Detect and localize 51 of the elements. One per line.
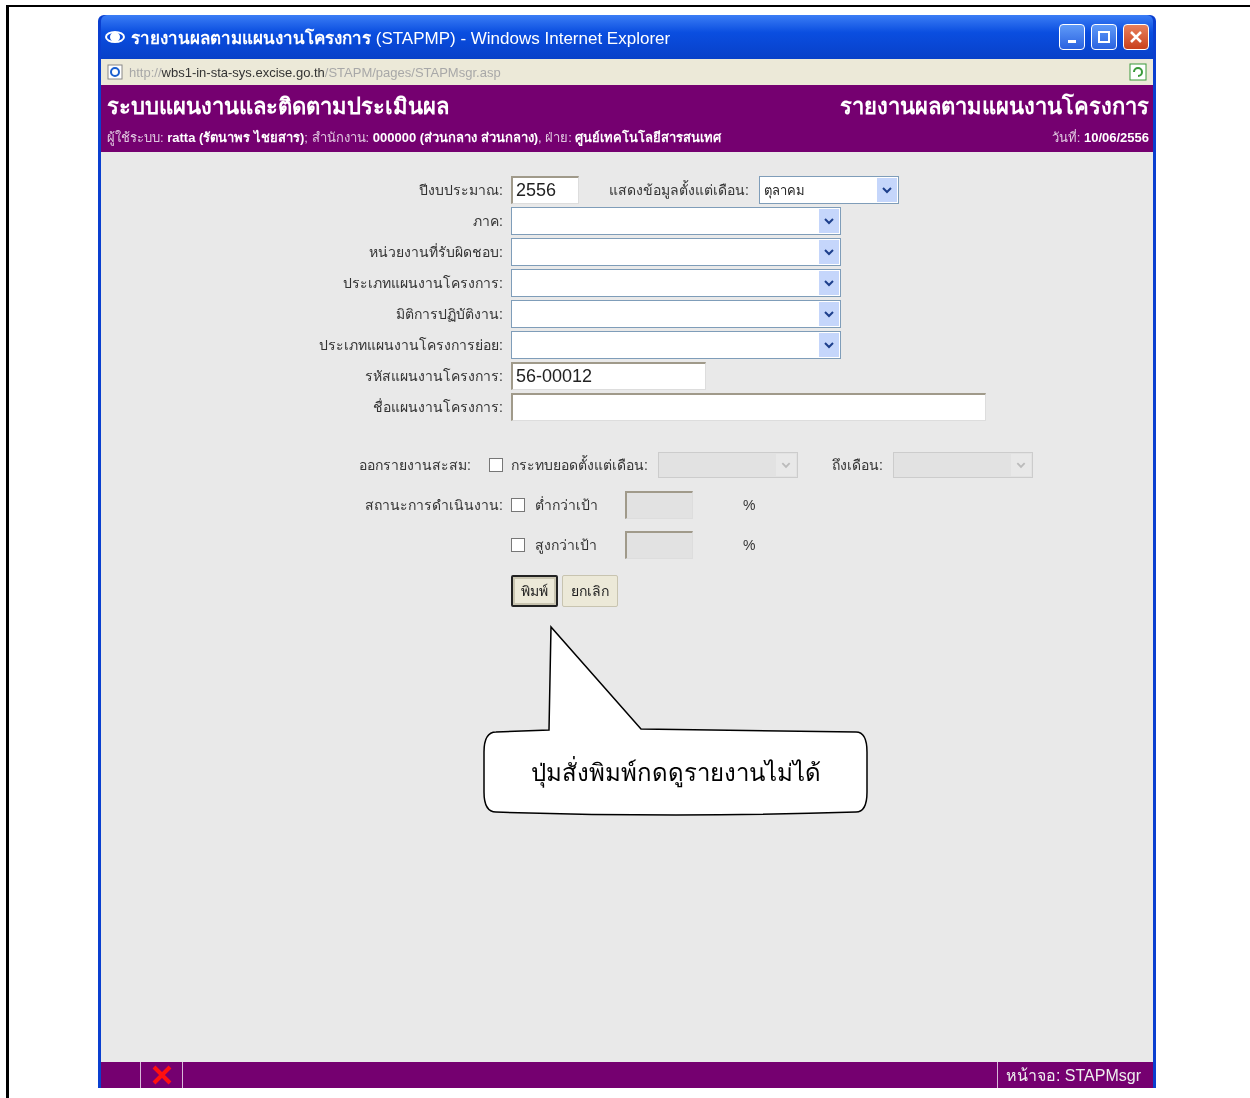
checkbox-label: ต่ำกว่าเป้า <box>535 495 599 515</box>
field-label: ภาค: <box>472 212 503 231</box>
maximize-button[interactable] <box>1091 24 1117 50</box>
checkbox-label: สูงกว่าเป้า <box>535 536 598 556</box>
url-text: http://wbs1-in-sta-sys.excise.go.th/STAPM/pages/STAPMsgr.asp <box>129 64 502 80</box>
report-title: รายงานผลตามแผนงานโครงการ <box>840 92 1149 121</box>
report-date: วันที่: 10/06/2556 <box>1051 128 1149 147</box>
field-label: ประเภทแผนงานโครงการย่อย: <box>318 336 503 355</box>
checkbox[interactable] <box>511 498 525 512</box>
refresh-icon[interactable] <box>1129 63 1147 81</box>
close-button[interactable] <box>1123 24 1149 50</box>
field-label: ถึงเดือน: <box>831 456 883 475</box>
field-label: แสดงข้อมูลตั้งแต่เดือน: <box>609 179 749 201</box>
page-icon <box>107 64 123 80</box>
status-text: หน้าจอ: STAPMsgr <box>996 1062 1153 1088</box>
unit-label: % <box>743 497 756 513</box>
form-button[interactable]: พิมพ์ <box>511 575 558 607</box>
callout-text: ปุ่มสั่งพิมพ์กดดูรายงานไม่ได้ <box>529 755 822 790</box>
input-field[interactable] <box>511 393 986 421</box>
system-title: ระบบแผนงานและติดตามประเมินผล <box>107 93 449 121</box>
minimize-icon <box>1068 39 1076 43</box>
unit-label: % <box>743 537 756 553</box>
field-label: หน่วยงานที่รับผิดชอบ: <box>368 242 503 262</box>
minimize-button[interactable] <box>1059 24 1085 50</box>
input-field[interactable]: 2556 <box>511 176 579 204</box>
field-label: ประเภทแผนงานโครงการ: <box>342 274 503 293</box>
checkbox[interactable] <box>489 458 503 472</box>
field-label: ออกรายงานสะสม: <box>359 456 471 475</box>
checkbox[interactable] <box>511 538 525 552</box>
field-label: สถานะการดำเนินงาน: <box>364 496 503 515</box>
user-info: ผู้ใช้ระบบ: ratta (รัตนาพร ไชยสาร); สำนักงาน: 000000 (ส่วนกลาง ส่วนกลาง), ฝ่าย: ศูนย์เทคโนโลยีสารสนเทศ <box>107 129 722 148</box>
maximize-icon <box>1097 30 1111 44</box>
field-label: ปีงบประมาณ: <box>418 181 503 200</box>
select-field[interactable] <box>511 300 841 328</box>
select-field[interactable]: ตุลาคม <box>758 176 899 204</box>
close-icon <box>1129 30 1143 44</box>
field-label: กระทบยอดตั้งแต่เดือน: <box>511 454 648 475</box>
field-label: มิติการปฏิบัติงาน: <box>395 305 503 324</box>
field-label: รหัสแผนงานโครงการ: <box>364 367 503 386</box>
form-button[interactable]: ยกเลิก <box>562 575 618 607</box>
select-field[interactable] <box>511 238 841 266</box>
address-bar[interactable]: http://wbs1-in-sta-sys.excise.go.th/STAPM/pages/STAPMsgr.asp <box>101 59 1153 85</box>
select-field[interactable] <box>511 269 841 297</box>
field-label: ชื่อแผนงานโครงการ: <box>372 397 503 417</box>
select-field[interactable] <box>511 331 841 359</box>
window-title: รายงานผลตามแผนงานโครงการ (STAPMP) - Windows Internet Explorer <box>131 27 672 50</box>
select-field[interactable] <box>511 207 841 235</box>
input-field[interactable]: 56-00012 <box>511 362 706 390</box>
input-field[interactable] <box>625 531 693 559</box>
error-icon <box>150 1064 173 1086</box>
input-field[interactable] <box>625 491 693 519</box>
